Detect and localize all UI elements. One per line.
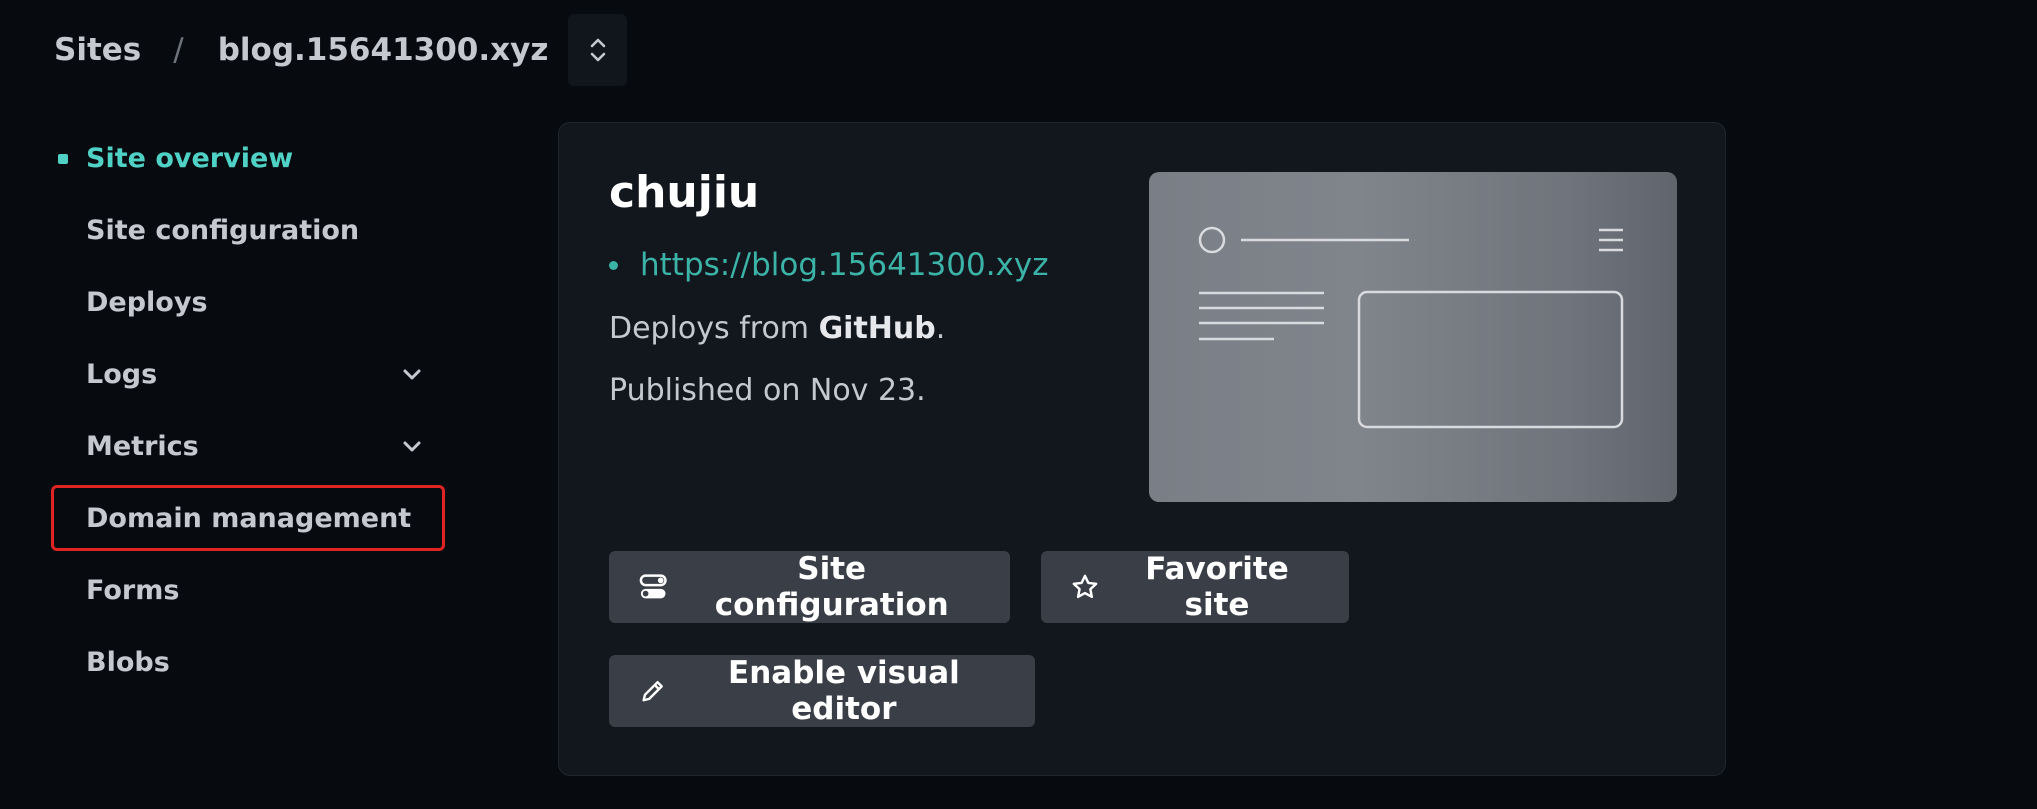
sidebar-item-site-overview[interactable]: Site overview <box>54 128 442 188</box>
button-label: Enable visual editor <box>728 655 960 727</box>
sidebar-item-logs[interactable]: Logs <box>54 344 442 404</box>
site-preview-thumbnail[interactable] <box>1149 172 1677 502</box>
breadcrumb-separator: / <box>173 32 184 68</box>
pencil-icon <box>642 680 663 702</box>
site-name: chujiu <box>609 167 760 218</box>
status-dot-icon <box>609 260 618 270</box>
breadcrumb: Sites / blog.15641300.xyz <box>54 14 628 86</box>
site-switcher-button[interactable] <box>568 14 628 86</box>
breadcrumb-sites[interactable]: Sites <box>54 32 141 68</box>
sidebar-item-label: Site configuration <box>86 214 360 246</box>
favorite-site-button[interactable]: Favorite site <box>1041 551 1349 623</box>
sidebar-item-forms[interactable]: Forms <box>54 560 442 620</box>
sidebar-item-metrics[interactable]: Metrics <box>54 416 442 476</box>
sidebar-item-label: Site overview <box>86 142 294 174</box>
sidebar-item-label: Domain management <box>86 502 412 534</box>
star-icon <box>1072 574 1098 599</box>
active-indicator-icon <box>58 154 68 164</box>
chevron-down-icon[interactable] <box>400 434 424 458</box>
published-date-text: Published on Nov 23. <box>609 373 926 408</box>
sidebar-item-blobs[interactable]: Blobs <box>54 632 442 692</box>
site-url-text: https://blog.15641300.xyz <box>640 247 1049 283</box>
chevron-down-icon[interactable] <box>400 362 424 386</box>
site-wireframe-illustration <box>1198 226 1624 429</box>
sidebar-item-label: Metrics <box>86 430 199 462</box>
deploy-suffix: . <box>935 311 946 346</box>
toggles-icon <box>639 574 667 599</box>
button-label: Favorite site <box>1145 551 1289 623</box>
sidebar-item-label: Logs <box>86 358 158 390</box>
sidebar-item-label: Deploys <box>86 286 208 318</box>
enable-visual-editor-button[interactable]: Enable visual editor <box>609 655 1035 727</box>
site-overview-card: chujiu https://blog.15641300.xyz Deploys… <box>558 122 1726 776</box>
deploy-prefix: Deploys from <box>609 311 819 346</box>
sidebar-item-label: Forms <box>86 574 180 606</box>
sidebar-item-domain-management[interactable]: Domain management <box>51 485 445 551</box>
button-label: Site configuration <box>714 551 949 623</box>
deploy-source: GitHub <box>818 311 936 346</box>
chevron-up-down-icon <box>590 38 606 62</box>
sidebar-item-site-configuration[interactable]: Site configuration <box>54 200 442 260</box>
breadcrumb-current-site[interactable]: blog.15641300.xyz <box>218 32 549 68</box>
sidebar-item-label: Blobs <box>86 646 170 678</box>
deploy-source-text: Deploys from GitHub. <box>609 311 945 346</box>
site-configuration-button[interactable]: Site configuration <box>609 551 1010 623</box>
site-url-link[interactable]: https://blog.15641300.xyz <box>609 247 1049 283</box>
sidebar-item-deploys[interactable]: Deploys <box>54 272 442 332</box>
